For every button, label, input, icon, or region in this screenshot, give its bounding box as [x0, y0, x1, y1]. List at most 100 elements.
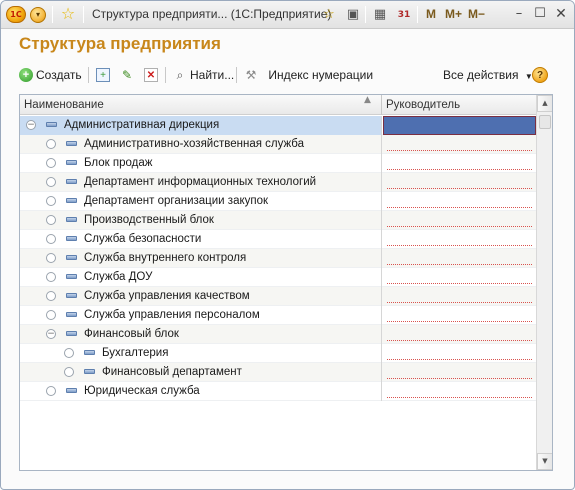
minimize-icon[interactable]: –: [511, 6, 527, 22]
manager-cell[interactable]: [383, 211, 536, 230]
required-field-underline: [387, 245, 532, 246]
leaf-node-icon: [46, 291, 56, 301]
scroll-up-icon[interactable]: ▲: [537, 95, 552, 112]
table-row[interactable]: − Финансовый блок: [20, 325, 536, 344]
delete-button[interactable]: ✕: [144, 64, 161, 86]
table-row[interactable]: Производственный блок: [20, 211, 536, 230]
manager-cell[interactable]: [383, 287, 536, 306]
manager-cell[interactable]: [383, 249, 536, 268]
calendar-icon[interactable]: 31: [395, 6, 413, 24]
table-row[interactable]: Служба внутреннего контроля: [20, 249, 536, 268]
main-menu-icon[interactable]: ▾: [30, 7, 46, 23]
leaf-node-icon: [46, 310, 56, 320]
name-cell[interactable]: Бухгалтерия: [20, 344, 382, 363]
close-icon[interactable]: ✕: [553, 6, 569, 22]
manager-cell[interactable]: [383, 344, 536, 363]
name-cell[interactable]: Финансовый департамент: [20, 363, 382, 382]
manager-cell[interactable]: [383, 325, 536, 344]
manager-cell[interactable]: [383, 268, 536, 287]
column-header-name[interactable]: Наименование: [20, 95, 382, 115]
name-cell[interactable]: Департамент организации закупок: [20, 192, 382, 211]
manager-cell[interactable]: [383, 173, 536, 192]
manager-cell[interactable]: [383, 230, 536, 249]
find-button[interactable]: ⌕ Найти...: [173, 64, 235, 86]
help-button[interactable]: ?: [532, 64, 551, 86]
table-row[interactable]: Административно-хозяйственная служба: [20, 135, 536, 154]
table-row[interactable]: Блок продаж: [20, 154, 536, 173]
scroll-down-icon[interactable]: ▼: [537, 453, 552, 470]
name-cell[interactable]: Служба внутреннего контроля: [20, 249, 382, 268]
toolbar-separator: [236, 67, 237, 83]
row-label: Департамент организации закупок: [84, 195, 269, 207]
table-row[interactable]: − Административная дирекция: [20, 116, 536, 135]
create-button[interactable]: + Создать: [19, 64, 82, 86]
row-label: Административно-хозяйственная служба: [84, 138, 305, 150]
required-field-underline: [387, 207, 532, 208]
memory-subtract-button[interactable]: M−: [468, 7, 485, 21]
name-cell[interactable]: Служба управления качеством: [20, 287, 382, 306]
leaf-node-icon: [46, 158, 56, 168]
required-field-underline: [387, 321, 532, 322]
scrollbar-thumb[interactable]: [539, 115, 551, 129]
name-cell[interactable]: Служба ДОУ: [20, 268, 382, 287]
collapse-node-icon[interactable]: −: [26, 120, 36, 130]
name-cell[interactable]: Департамент информационных технологий: [20, 173, 382, 192]
structure-table[interactable]: Наименование ▲ Руководитель − Администрат…: [19, 94, 553, 471]
column-header-manager[interactable]: Руководитель: [382, 95, 536, 115]
app-window: 1С ▾ ☆ Структура предприяти... (1С:Предп…: [0, 0, 575, 490]
memory-add-button[interactable]: M+: [445, 7, 462, 21]
catalog-item-icon: [66, 274, 77, 279]
table-row[interactable]: Служба управления персоналом: [20, 306, 536, 325]
title-bar-separator: [83, 6, 84, 23]
name-cell[interactable]: Производственный блок: [20, 211, 382, 230]
collapse-node-icon[interactable]: −: [46, 329, 56, 339]
name-cell[interactable]: − Административная дирекция: [20, 116, 382, 135]
manager-cell[interactable]: [383, 382, 536, 401]
create-button-label: Создать: [36, 68, 82, 82]
table-row[interactable]: Юридическая служба: [20, 382, 536, 401]
row-label: Производственный блок: [84, 214, 214, 226]
manager-cell[interactable]: [383, 116, 536, 135]
table-row[interactable]: Служба безопасности: [20, 230, 536, 249]
name-cell[interactable]: Юридическая служба: [20, 382, 382, 401]
vertical-scrollbar[interactable]: ▲ ▼: [536, 95, 552, 470]
link-icon[interactable]: ▣: [344, 6, 362, 24]
row-label: Финансовый блок: [84, 328, 179, 340]
title-bar-separator: [52, 6, 53, 23]
title-bar-separator: [365, 6, 366, 23]
edit-button[interactable]: ✎: [120, 64, 137, 86]
required-field-underline: [387, 359, 532, 360]
name-cell[interactable]: Административно-хозяйственная служба: [20, 135, 382, 154]
index-numbering-button[interactable]: ⚒ Индекс нумерации: [244, 64, 373, 86]
copy-button[interactable]: +: [96, 64, 113, 86]
all-actions-button[interactable]: Все действия ▼: [443, 64, 533, 86]
table-row[interactable]: Служба ДОУ: [20, 268, 536, 287]
1c-logo-icon[interactable]: 1С: [6, 6, 26, 23]
table-row[interactable]: Департамент организации закупок: [20, 192, 536, 211]
manager-cell[interactable]: [383, 363, 536, 382]
history-icon[interactable]: ☆: [320, 6, 338, 24]
manager-cell[interactable]: [383, 192, 536, 211]
table-row[interactable]: Департамент информационных технологий: [20, 173, 536, 192]
manager-cell[interactable]: [383, 135, 536, 154]
manager-cell[interactable]: [383, 154, 536, 173]
name-cell[interactable]: Служба безопасности: [20, 230, 382, 249]
star-icon[interactable]: ☆: [59, 5, 77, 23]
row-label: Департамент информационных технологий: [84, 176, 317, 188]
title-bar: 1С ▾ ☆ Структура предприяти... (1С:Предп…: [1, 1, 574, 29]
memory-store-button[interactable]: M: [426, 7, 436, 21]
maximize-icon[interactable]: ☐: [532, 6, 548, 22]
calculator-icon[interactable]: ▦: [371, 6, 389, 24]
name-cell[interactable]: − Финансовый блок: [20, 325, 382, 344]
name-cell[interactable]: Блок продаж: [20, 154, 382, 173]
table-row[interactable]: Финансовый департамент: [20, 363, 536, 382]
required-field-underline: [387, 397, 532, 398]
required-field-underline: [387, 283, 532, 284]
sort-icon[interactable]: ▲: [364, 95, 371, 105]
table-row[interactable]: Служба управления качеством: [20, 287, 536, 306]
manager-cell[interactable]: [383, 306, 536, 325]
index-numbering-label: Индекс нумерации: [268, 68, 374, 82]
table-row[interactable]: Бухгалтерия: [20, 344, 536, 363]
delete-mark-icon: ✕: [144, 67, 158, 82]
name-cell[interactable]: Служба управления персоналом: [20, 306, 382, 325]
